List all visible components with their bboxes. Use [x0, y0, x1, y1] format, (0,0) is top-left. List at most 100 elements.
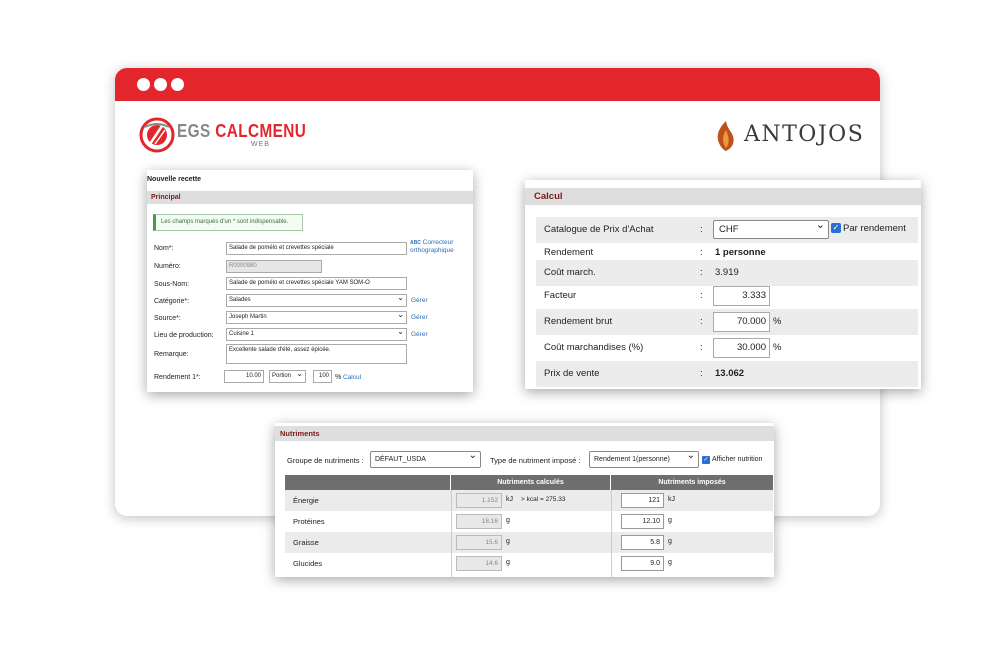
spellcheck-link[interactable]: ABC Correcteur orthographique — [410, 239, 472, 255]
recipe-form-panel: Nouvelle recette Principal Les champs ma… — [147, 170, 473, 392]
column-divider — [611, 490, 612, 577]
egs-wordmark: EGS CALCMENU — [177, 121, 306, 142]
calc-unit: g — [506, 559, 510, 566]
par-rendement-label: Par rendement — [843, 223, 906, 234]
rendement-unit-select[interactable]: Portion — [269, 370, 306, 383]
egs-wordmark-egs: EGS — [177, 121, 211, 141]
calcul-link[interactable]: Calcul — [343, 374, 361, 381]
nutrient-label: Protéines — [293, 517, 325, 526]
table-row: Protéines 18.16 g 12.10 g — [285, 511, 773, 532]
colon: : — [700, 368, 703, 379]
nutrient-label: Énergie — [293, 496, 319, 505]
sousnom-input[interactable]: Salade de pomélo et crevettes spéciale Y… — [226, 277, 407, 290]
rendement-brut-input[interactable]: 70.000 — [713, 312, 770, 332]
col-header-imp: Nutriments imposés — [611, 475, 773, 490]
type-label: Type de nutriment imposé : — [490, 456, 581, 465]
egs-wordmark-calcmenu: CALCMENU — [215, 121, 307, 141]
imp-unit: g — [668, 538, 672, 545]
egs-logo-icon — [139, 117, 175, 153]
section-header-calcul: Calcul — [525, 188, 921, 205]
window-dot-icon[interactable] — [137, 78, 150, 91]
window-dot-icon[interactable] — [154, 78, 167, 91]
calc-value: 1.152 — [456, 493, 502, 508]
recipe-form-title: Nouvelle recette — [147, 176, 202, 183]
imp-input[interactable]: 5.8 — [621, 535, 664, 550]
percent-unit: % — [773, 342, 782, 353]
sousnom-label: Sous-Nom: — [154, 281, 190, 288]
antojos-wordmark: ANTOJOS — [744, 122, 865, 147]
table-row: Graisse 15.6 g 5.8 g — [285, 532, 773, 553]
facteur-label: Facteur — [544, 290, 577, 301]
imp-input[interactable]: 121 — [621, 493, 664, 508]
prix-vente-label: Prix de vente — [544, 368, 600, 379]
nutrient-label: Glucides — [293, 559, 323, 568]
categorie-select[interactable]: Salades — [226, 294, 407, 307]
cout-march-label: Coût march. — [544, 267, 596, 278]
lieu-label: Lieu de production: — [154, 332, 214, 339]
catalogue-label: Catalogue de Prix d'Achat — [544, 224, 654, 235]
rendement-brut-row: Rendement brut : 70.000 % — [536, 309, 918, 335]
source-select[interactable]: Joseph Martin — [226, 311, 407, 324]
section-header-principal: Principal — [147, 191, 473, 204]
imp-unit: kJ — [668, 496, 675, 503]
section-header-nutriments: Nutriments — [275, 426, 774, 441]
calcul-panel: Calcul Catalogue de Prix d'Achat : CHF ✓… — [525, 180, 921, 389]
column-divider — [451, 490, 452, 577]
afficher-nutrition-checkbox[interactable]: ✓ — [702, 456, 710, 464]
calc-value: 15.6 — [456, 535, 502, 550]
kcal-note: > kcal = 275.33 — [521, 496, 566, 503]
table-row: Glucides 14.6 g 9.0 g — [285, 553, 773, 574]
nutrient-label: Graisse — [293, 538, 319, 547]
categorie-label: Catégorie*: — [154, 298, 190, 305]
nutriments-panel: Nutriments Groupe de nutriments : DÉFAUT… — [275, 423, 774, 577]
gerer-categorie-link[interactable]: Gérer — [411, 297, 428, 304]
catalogue-select[interactable]: CHF — [713, 217, 829, 239]
stage: EGS CALCMENU WEB ANTOJOS Nouvelle recett… — [0, 0, 998, 652]
flame-icon — [717, 121, 734, 151]
imp-unit: g — [668, 559, 672, 566]
nom-label: Nom*: — [154, 245, 174, 252]
calc-unit: kJ — [506, 496, 513, 503]
par-rendement-checkbox[interactable]: ✓ — [831, 223, 841, 233]
colon: : — [700, 267, 703, 278]
rendement-input[interactable]: 10.00 — [224, 370, 264, 383]
cout-marchandises-label: Coût marchandises (%) — [544, 342, 644, 353]
antojos-logo: ANTOJOS — [714, 120, 864, 152]
table-header-blank — [285, 475, 450, 490]
prix-vente-row: Prix de vente : 13.062 — [536, 361, 918, 387]
rendement-pct-input[interactable]: 100 — [313, 370, 332, 383]
imp-input[interactable]: 9.0 — [621, 556, 664, 571]
remarque-textarea[interactable]: Excellente salade d'été, assez épicée. — [226, 344, 407, 364]
groupe-select[interactable]: DÉFAUT_USDA — [370, 448, 481, 468]
egs-wordmark-web: WEB — [251, 141, 270, 148]
colon: : — [700, 342, 703, 353]
colon: : — [700, 290, 703, 301]
pct-sign: % — [335, 374, 342, 381]
calc-value: 14.6 — [456, 556, 502, 571]
required-fields-notice: Les champs marqués d'un * sont indispens… — [153, 214, 303, 231]
window-dot-icon[interactable] — [171, 78, 184, 91]
groupe-label: Groupe de nutriments : — [287, 456, 364, 465]
lieu-select[interactable]: Cuisine 1 — [226, 328, 407, 341]
numero-label: Numéro: — [154, 263, 181, 270]
colon: : — [700, 316, 703, 327]
spellcheck-icon: ABC — [410, 240, 421, 246]
type-select[interactable]: Rendement 1(personne) — [589, 448, 699, 468]
imp-unit: g — [668, 517, 672, 524]
rendement-label: Rendement — [544, 247, 594, 258]
cout-marchandises-input[interactable]: 30.000 — [713, 338, 770, 358]
browser-title-bar — [115, 68, 880, 101]
afficher-nutrition-label: Afficher nutrition — [712, 456, 763, 463]
imp-input[interactable]: 12.10 — [621, 514, 664, 529]
cout-march-value: 3.919 — [715, 267, 739, 278]
gerer-lieu-link[interactable]: Gérer — [411, 331, 428, 338]
colon: : — [700, 247, 703, 258]
calc-value: 18.16 — [456, 514, 502, 529]
facteur-row: Facteur : 3.333 — [536, 283, 918, 309]
prix-vente-value: 13.062 — [715, 368, 745, 379]
facteur-input[interactable]: 3.333 — [713, 286, 770, 306]
table-row: Énergie 1.152 kJ > kcal = 275.33 121 kJ — [285, 490, 773, 511]
gerer-source-link[interactable]: Gérer — [411, 314, 428, 321]
colon: : — [700, 224, 703, 235]
nom-input[interactable]: Salade de pomélo et crevettes spéciale — [226, 242, 407, 255]
